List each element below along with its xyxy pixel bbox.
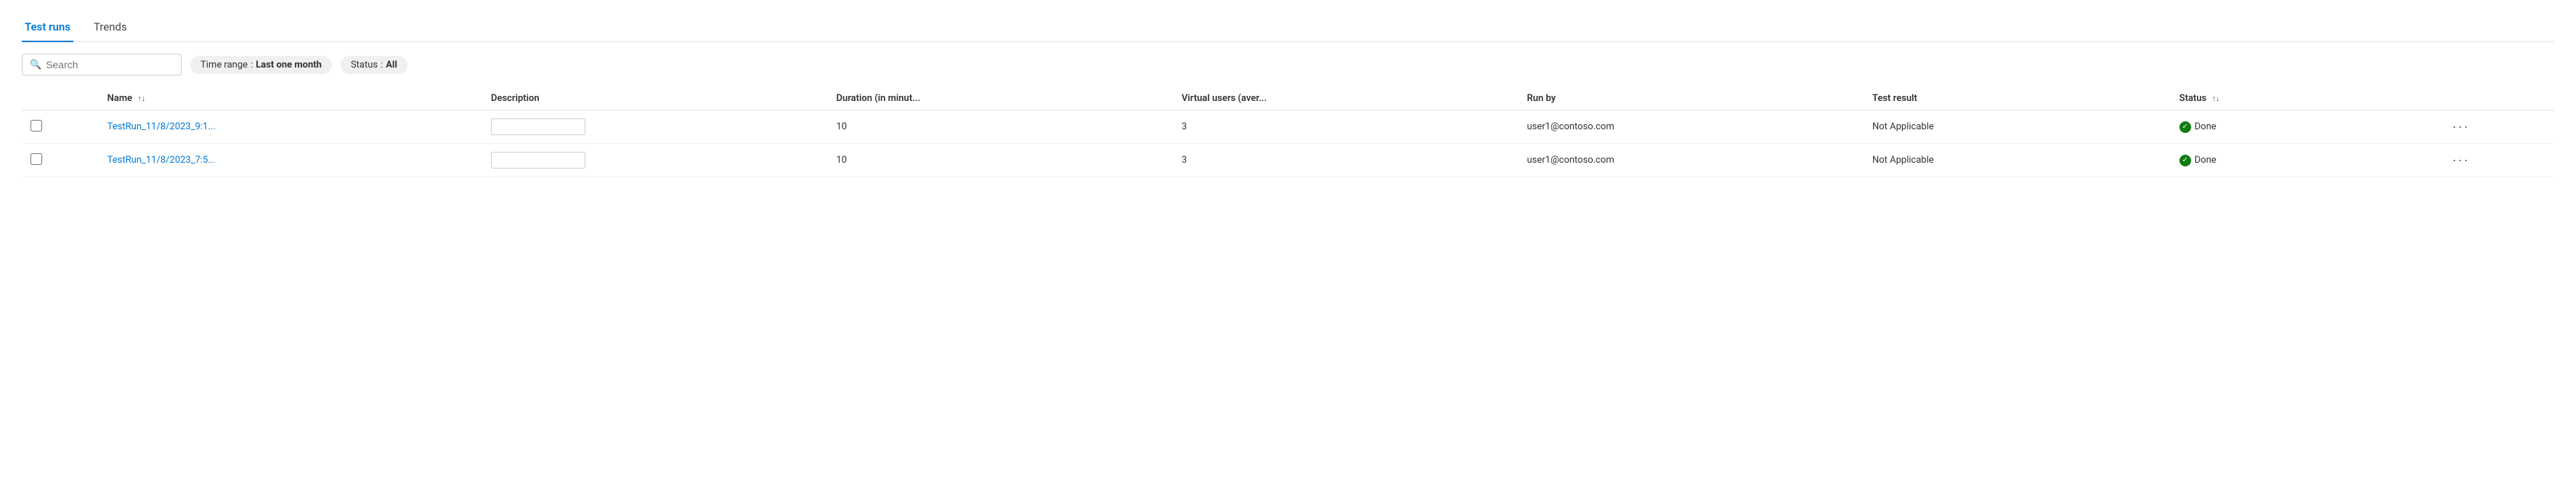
status-key: Status bbox=[351, 60, 378, 70]
col-header-actions bbox=[2439, 87, 2554, 110]
search-input[interactable] bbox=[46, 59, 174, 70]
run-name-link[interactable]: TestRun_11/8/2023_7:5... bbox=[107, 155, 216, 166]
more-actions-button[interactable]: ··· bbox=[2447, 118, 2474, 136]
row-description bbox=[482, 144, 828, 177]
toolbar: 🔍 Time range : Last one month Status : A… bbox=[22, 54, 2554, 76]
test-runs-table: Name ↑↓ Description Duration (in minut..… bbox=[22, 87, 2554, 177]
row-checkbox[interactable] bbox=[31, 153, 42, 165]
run-name-link[interactable]: TestRun_11/8/2023_9:1... bbox=[107, 121, 216, 132]
status-separator: : bbox=[381, 60, 383, 70]
name-sort-icon[interactable]: ↑↓ bbox=[137, 94, 145, 103]
row-duration: 10 bbox=[827, 110, 1173, 144]
time-range-key: Time range bbox=[200, 60, 248, 70]
col-header-status: Status ↑↓ bbox=[2171, 87, 2439, 110]
row-name: TestRun_11/8/2023_7:5... bbox=[99, 144, 482, 177]
time-range-value: Last one month bbox=[256, 60, 322, 70]
search-icon: 🔍 bbox=[30, 60, 41, 70]
tabs-container: Test runs Trends bbox=[22, 15, 2554, 42]
row-actions: ··· bbox=[2439, 144, 2554, 177]
row-run-by: user1@contoso.com bbox=[1518, 144, 1864, 177]
row-duration: 10 bbox=[827, 144, 1173, 177]
col-header-description: Description bbox=[482, 87, 828, 110]
row-name: TestRun_11/8/2023_9:1... bbox=[99, 110, 482, 144]
row-test-result: Not Applicable bbox=[1864, 144, 2171, 177]
table-row: TestRun_11/8/2023_7:5... 10 3 user1@cont… bbox=[22, 144, 2554, 177]
status-filter[interactable]: Status : All bbox=[341, 56, 407, 74]
tab-trends[interactable]: Trends bbox=[91, 15, 130, 42]
description-input[interactable] bbox=[491, 118, 585, 135]
more-actions-button[interactable]: ··· bbox=[2447, 151, 2474, 169]
row-checkbox-cell bbox=[22, 110, 99, 144]
time-range-separator: : bbox=[251, 60, 253, 70]
status-label: Done bbox=[2195, 155, 2217, 166]
status-label: Done bbox=[2195, 121, 2217, 132]
status-value: All bbox=[386, 60, 397, 70]
col-header-checkbox bbox=[22, 87, 99, 110]
row-checkbox[interactable] bbox=[31, 120, 42, 131]
row-virtual-users: 3 bbox=[1173, 144, 1519, 177]
row-status: ✓ Done bbox=[2171, 144, 2439, 177]
search-box: 🔍 bbox=[22, 54, 182, 76]
row-actions: ··· bbox=[2439, 110, 2554, 144]
status-sort-icon[interactable]: ↑↓ bbox=[2211, 94, 2219, 103]
row-checkbox-cell bbox=[22, 144, 99, 177]
col-header-run-by: Run by bbox=[1518, 87, 1864, 110]
done-check-icon: ✓ bbox=[2179, 155, 2191, 166]
col-header-test-result: Test result bbox=[1864, 87, 2171, 110]
row-test-result: Not Applicable bbox=[1864, 110, 2171, 144]
row-description bbox=[482, 110, 828, 144]
tab-test-runs[interactable]: Test runs bbox=[22, 15, 73, 42]
time-range-filter[interactable]: Time range : Last one month bbox=[190, 56, 332, 74]
col-header-duration: Duration (in minut... bbox=[827, 87, 1173, 110]
table-header-row: Name ↑↓ Description Duration (in minut..… bbox=[22, 87, 2554, 110]
description-input[interactable] bbox=[491, 152, 585, 169]
table-row: TestRun_11/8/2023_9:1... 10 3 user1@cont… bbox=[22, 110, 2554, 144]
col-header-name: Name ↑↓ bbox=[99, 87, 482, 110]
col-header-virtual-users: Virtual users (aver... bbox=[1173, 87, 1519, 110]
row-status: ✓ Done bbox=[2171, 110, 2439, 144]
done-check-icon: ✓ bbox=[2179, 121, 2191, 133]
row-run-by: user1@contoso.com bbox=[1518, 110, 1864, 144]
row-virtual-users: 3 bbox=[1173, 110, 1519, 144]
